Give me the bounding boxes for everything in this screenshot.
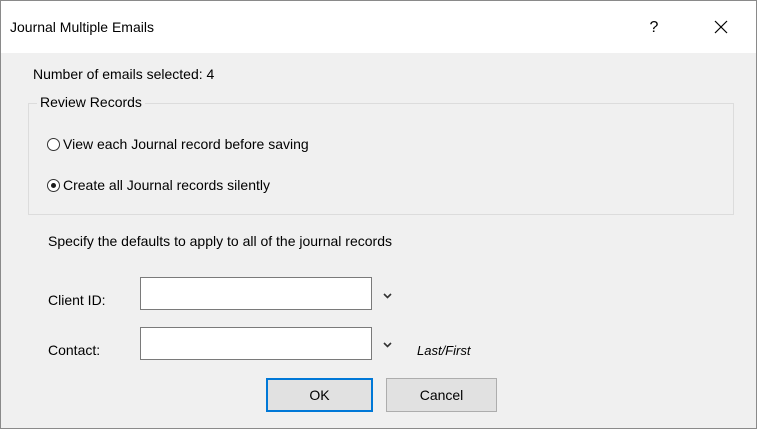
chevron-down-icon: [382, 342, 392, 348]
contact-dropdown-arrow[interactable]: [380, 338, 394, 352]
emails-selected-count: Number of emails selected: 4: [33, 66, 215, 82]
dialog-body: Number of emails selected: 4 Review Reco…: [1, 53, 756, 428]
client-id-dropdown-arrow[interactable]: [380, 289, 394, 303]
radio-button-checked[interactable]: [47, 178, 60, 192]
cancel-button[interactable]: Cancel: [386, 378, 497, 412]
ok-button[interactable]: OK: [266, 378, 373, 412]
defaults-instruction: Specify the defaults to apply to all of …: [48, 233, 392, 249]
chevron-down-icon: [382, 293, 392, 299]
journal-multiple-emails-dialog: Journal Multiple Emails ? Number of emai…: [0, 0, 757, 429]
help-button[interactable]: ?: [642, 15, 666, 41]
client-id-combobox[interactable]: [140, 277, 372, 310]
contact-format-hint: Last/First: [417, 343, 471, 358]
contact-label: Contact:: [48, 342, 101, 358]
radio-create-silently[interactable]: Create all Journal records silently: [47, 177, 270, 193]
contact-combobox[interactable]: [140, 327, 372, 360]
radio-view-each-record-label: View each Journal record before saving: [63, 136, 309, 152]
radio-create-silently-label: Create all Journal records silently: [63, 177, 270, 193]
window-title: Journal Multiple Emails: [10, 19, 154, 35]
review-records-group: Review Records View each Journal record …: [28, 94, 734, 215]
close-button[interactable]: [701, 12, 741, 42]
radio-view-each-record[interactable]: View each Journal record before saving: [47, 136, 309, 152]
title-bar[interactable]: Journal Multiple Emails ?: [1, 1, 756, 53]
review-records-legend: Review Records: [37, 94, 145, 110]
radio-button-unchecked[interactable]: [47, 137, 60, 151]
close-icon: [714, 20, 728, 34]
radio-selected-dot: [51, 182, 56, 188]
client-id-label: Client ID:: [48, 292, 106, 308]
